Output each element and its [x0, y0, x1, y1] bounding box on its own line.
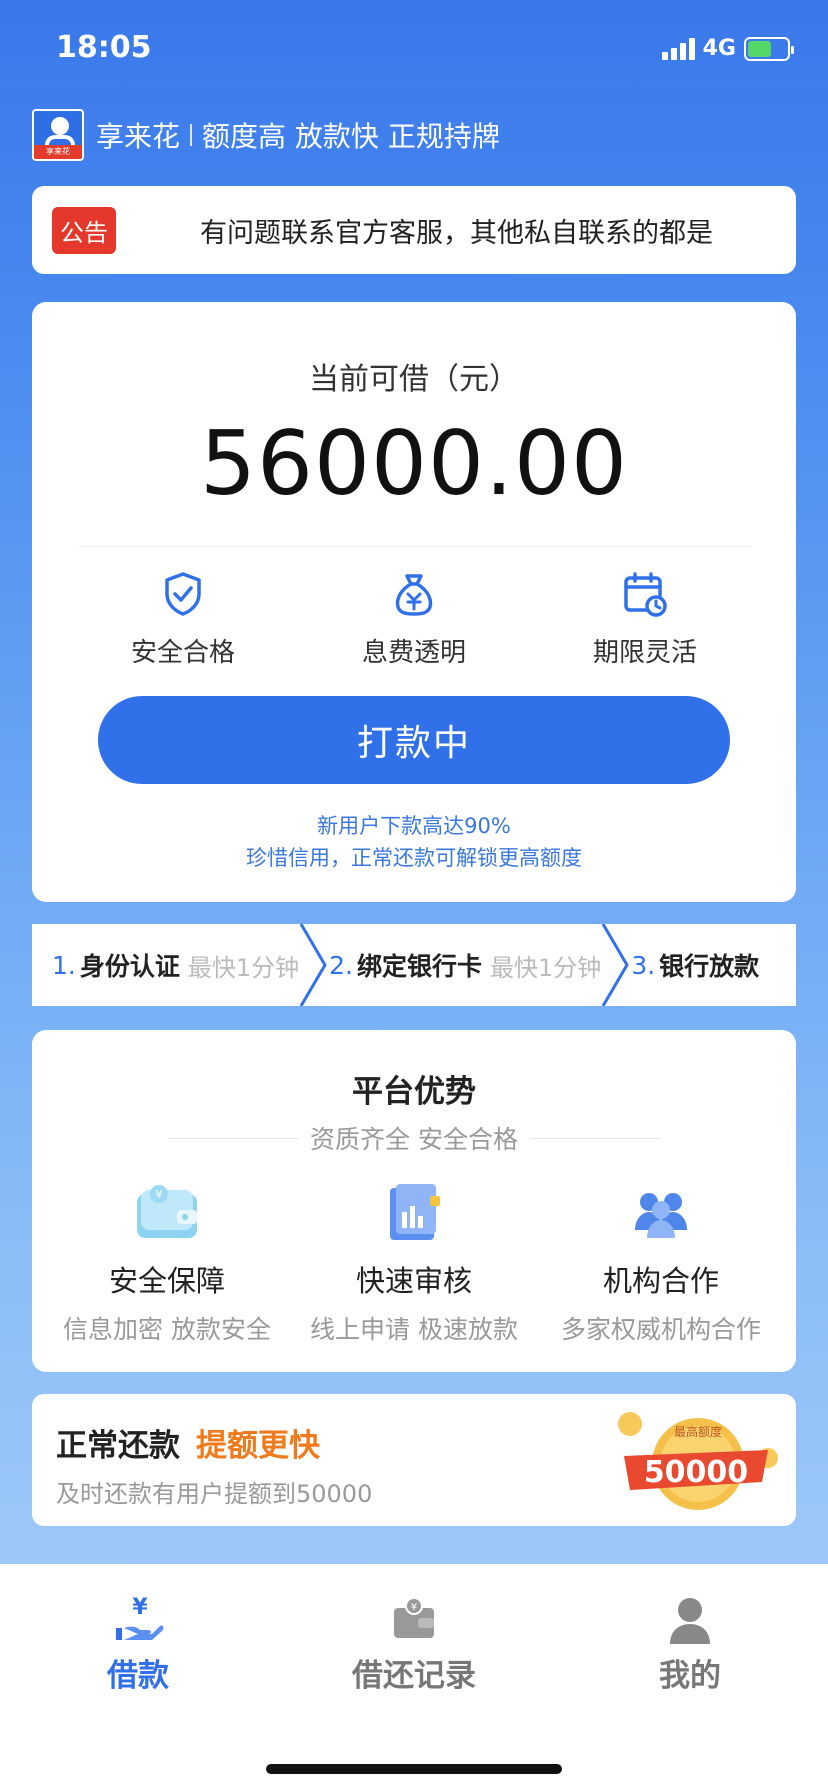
network-type: 4G	[702, 36, 736, 61]
brand-name: 享来花	[96, 120, 181, 153]
loan-label: 当前可借（元）	[309, 362, 519, 397]
loan-amount: 56000.00	[200, 412, 628, 515]
money-bag-icon	[395, 574, 433, 616]
step-bind-card: 2. 绑定银行卡 最快1分钟	[329, 924, 601, 1006]
brand-header: 享来花 享来花 额度高 放款快 正规持牌	[32, 108, 500, 162]
platform-advantages-card: 平台优势 资质齐全 安全合格 ¥ 安全保障 信息加密 放款安全 快速审核 线上申…	[32, 1030, 796, 1372]
brand-separator	[190, 124, 193, 146]
disbursing-button[interactable]: 打款中	[98, 696, 730, 784]
tab-mine[interactable]: 我的	[590, 1594, 790, 1695]
wallet-record-icon: ¥	[394, 1597, 434, 1638]
tip-line: 新用户下款高达90%	[317, 814, 511, 838]
feature-transparent: 息费透明	[309, 570, 519, 669]
shield-check-icon	[165, 572, 201, 616]
battery-icon	[744, 36, 794, 61]
step-title: 绑定银行卡	[357, 952, 483, 981]
advantages-subtitle-row: 资质齐全 安全合格	[168, 1120, 661, 1156]
advantage-title: 安全保障	[108, 1264, 225, 1298]
step-number: 3.	[631, 950, 656, 980]
advantage-desc: 线上申请 极速放款	[310, 1315, 518, 1344]
step-title: 身份认证	[79, 952, 180, 981]
advantages-title: 平台优势	[352, 1074, 476, 1110]
advantage-desc: 多家权威机构合作	[560, 1315, 761, 1344]
advantage-title: 机构合作	[602, 1264, 719, 1298]
calendar-clock-icon	[624, 572, 667, 617]
step-identity: 1. 身份认证 最快1分钟	[32, 924, 299, 1006]
divider	[78, 546, 750, 547]
tab-label: 借还记录	[352, 1658, 476, 1694]
loan-hand-icon: ¥	[116, 1595, 164, 1640]
svg-text:¥: ¥	[411, 1602, 417, 1613]
promo-title-highlight: 提额更快	[196, 1428, 320, 1464]
step-bank-disburse: 3. 银行放款	[631, 924, 759, 1006]
advantages-subtitle: 资质齐全 安全合格	[310, 1125, 518, 1154]
loan-tips: 新用户下款高达90% 珍惜信用，正常还款可解锁更高额度	[32, 810, 796, 874]
status-indicators: 4G	[661, 36, 794, 61]
advantage-desc: 信息加密 放款安全	[63, 1315, 271, 1344]
svg-text:¥: ¥	[156, 1188, 163, 1201]
advantage-title: 快速审核	[355, 1264, 472, 1298]
promo-title: 正常还款 提额更快	[56, 1420, 320, 1465]
medal-icon: 最高额度 50000	[618, 1412, 778, 1510]
status-time: 18:05	[56, 30, 152, 65]
feature-label: 息费透明	[361, 638, 466, 668]
app-logo: 享来花	[32, 109, 84, 161]
signal-icon	[661, 37, 695, 60]
notice-badge: 公告	[52, 206, 116, 254]
tab-label: 我的	[659, 1658, 721, 1694]
advantage-fast-review: 快速审核 线上申请 极速放款	[299, 1182, 529, 1346]
svg-text:¥: ¥	[132, 1595, 148, 1620]
logo-strip-text: 享来花	[34, 145, 82, 159]
step-number: 2.	[329, 950, 354, 980]
medal-top-text: 最高额度	[674, 1424, 722, 1439]
step-title: 银行放款	[659, 952, 760, 981]
feature-safe: 安全合格	[78, 570, 288, 669]
feature-flexible: 期限灵活	[540, 570, 750, 669]
loan-card: 当前可借（元） 56000.00 安全合格 息费透明 期限灵活 打款中 新用户下…	[32, 302, 796, 902]
promo-banner[interactable]: 正常还款 提额更快 及时还款有用户提额到50000 最高额度 50000	[32, 1394, 796, 1526]
loan-features: 安全合格 息费透明 期限灵活	[78, 570, 750, 669]
tab-records[interactable]: ¥ 借还记录	[314, 1594, 514, 1695]
promo-title-main: 正常还款	[56, 1428, 180, 1464]
advantages-list: ¥ 安全保障 信息加密 放款安全 快速审核 线上申请 极速放款 机构合作 多家权…	[52, 1182, 776, 1346]
feature-label: 期限灵活	[592, 638, 697, 668]
advantage-partners: 机构合作 多家权威机构合作	[546, 1182, 776, 1346]
step-hint: 最快1分钟	[187, 953, 300, 982]
people-group-icon	[635, 1193, 687, 1238]
chevron-right-icon	[299, 924, 327, 1006]
tab-label: 借款	[107, 1658, 169, 1694]
brand-slogan: 额度高 放款快 正规持牌	[202, 120, 500, 153]
bottom-tab-bar: ¥ 借款 ¥ 借还记录 我的	[0, 1564, 828, 1792]
medal-value: 50000	[644, 1455, 748, 1490]
document-chart-icon	[390, 1184, 440, 1240]
step-number: 1.	[52, 950, 76, 980]
user-icon	[670, 1598, 710, 1644]
notice-text: 有问题联系官方客服，其他私自联系的都是	[200, 217, 713, 249]
promo-desc: 及时还款有用户提额到50000	[56, 1480, 373, 1508]
step-hint: 最快1分钟	[490, 953, 602, 982]
wallet-icon: ¥	[137, 1185, 197, 1238]
status-bar: 18:05 4G	[0, 0, 828, 100]
feature-label: 安全合格	[130, 638, 235, 668]
process-steps: 1. 身份认证 最快1分钟 2. 绑定银行卡 最快1分钟 3. 银行放款	[32, 924, 796, 1006]
advantage-security: ¥ 安全保障 信息加密 放款安全	[52, 1182, 282, 1346]
tab-loan[interactable]: ¥ 借款	[38, 1594, 238, 1695]
chevron-right-icon	[602, 924, 630, 1006]
tip-line: 珍惜信用，正常还款可解锁更高额度	[246, 846, 582, 870]
home-indicator[interactable]	[266, 1764, 562, 1774]
notice-bar[interactable]: 公告 有问题联系官方客服，其他私自联系的都是	[32, 186, 796, 274]
